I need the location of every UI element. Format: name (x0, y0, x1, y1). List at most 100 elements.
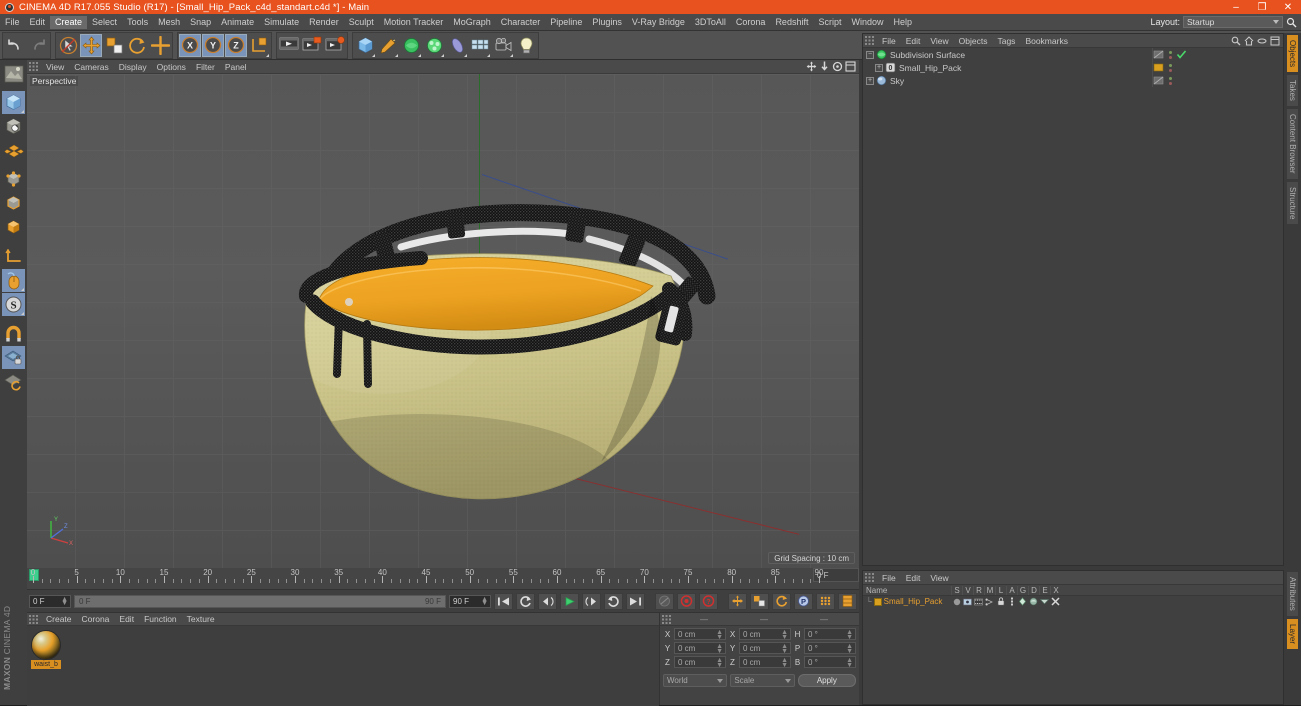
input-size-z[interactable]: 0 cm ▲ ▼ (739, 656, 791, 669)
material-menu-corona[interactable]: Corona (77, 614, 115, 624)
texture-tag[interactable] (1153, 75, 1164, 86)
menu-render[interactable]: Render (304, 16, 344, 29)
z-axis-icon[interactable]: Z (225, 33, 247, 57)
workplane-rotate-icon[interactable] (2, 370, 25, 393)
stepper-rot-h[interactable]: ▲ ▼ (846, 629, 853, 641)
menu-corona[interactable]: Corona (731, 16, 771, 29)
end-frame-field[interactable]: 90 F ▲ ▼ (449, 594, 491, 608)
menu-script[interactable]: Script (813, 16, 846, 29)
menu-file[interactable]: File (0, 16, 25, 29)
viewport-solo-icon[interactable] (2, 269, 25, 292)
menu-v-ray-bridge[interactable]: V-Ray Bridge (627, 16, 690, 29)
keyframe-selection-icon[interactable]: ? (699, 592, 718, 610)
go-to-end-icon[interactable] (626, 592, 645, 610)
go-to-start-icon[interactable] (494, 592, 513, 610)
home-icon[interactable] (1244, 36, 1254, 46)
menu-simulate[interactable]: Simulate (259, 16, 304, 29)
pan-icon[interactable] (806, 61, 817, 72)
stepper-size-x[interactable]: ▲ ▼ (781, 629, 788, 641)
texture-tag[interactable] (1153, 49, 1164, 60)
viewport-menu-options[interactable]: Options (152, 62, 191, 72)
layer-cell-d[interactable] (1028, 597, 1039, 606)
transform-mode-dropdown[interactable]: Scale (730, 674, 795, 687)
search-icon-objects[interactable] (1231, 36, 1241, 46)
stepper-pos-y[interactable]: ▲ ▼ (716, 643, 723, 655)
object-mode-icon[interactable] (2, 115, 25, 138)
layer-cell-g[interactable] (1017, 597, 1028, 606)
side-tab-layer[interactable]: Layer (1286, 617, 1299, 650)
viewport-3d[interactable]: Perspective Y X Z Grid Spacing: 10 cm (27, 74, 859, 568)
object-menu-tags[interactable]: Tags (992, 36, 1020, 46)
stepper-pos-x[interactable]: ▲ ▼ (716, 629, 723, 641)
panel-grip-icon-materials[interactable] (29, 614, 38, 624)
camera-icon[interactable] (492, 34, 514, 57)
side-tab-attributes[interactable]: Attributes (1286, 571, 1299, 617)
magnet-icon[interactable] (2, 322, 25, 345)
side-tab-objects[interactable]: Objects (1286, 34, 1299, 74)
close-button[interactable]: ✕ (1275, 0, 1301, 14)
mograph-array-icon[interactable] (469, 34, 491, 57)
spline-pen-icon[interactable] (377, 34, 399, 57)
material-menu-function[interactable]: Function (139, 614, 182, 624)
material-menu-texture[interactable]: Texture (182, 614, 220, 624)
dolly-icon[interactable] (819, 61, 830, 72)
maximize-button[interactable]: ❐ (1249, 0, 1275, 14)
record-active-objects-icon[interactable] (677, 592, 696, 610)
texture-axis-icon[interactable] (2, 62, 25, 85)
position-icon[interactable] (149, 34, 171, 57)
menu-mograph[interactable]: MoGraph (448, 16, 496, 29)
stepper-pos-z[interactable]: ▲ ▼ (716, 657, 723, 669)
maximize-view-icon[interactable] (845, 61, 856, 72)
layer-cell-m[interactable] (984, 598, 995, 606)
expand-toggle-icon[interactable]: + (875, 63, 883, 72)
menu-mesh[interactable]: Mesh (153, 16, 185, 29)
menu-tools[interactable]: Tools (122, 16, 153, 29)
apply-button[interactable]: Apply (797, 674, 856, 687)
rotate-view-icon[interactable] (832, 61, 843, 72)
input-rot-b[interactable]: 0 ° ▲ ▼ (804, 656, 856, 669)
live-selection-icon[interactable] (57, 34, 79, 57)
side-tab-structure[interactable]: Structure (1286, 180, 1299, 226)
move-icon[interactable] (80, 33, 102, 57)
menu-motion-tracker[interactable]: Motion Tracker (379, 16, 449, 29)
layer-row[interactable]: └ Small_Hip_Pack (863, 596, 1283, 607)
material-list[interactable]: waist_b (27, 626, 659, 706)
layer-cell-e[interactable] (1039, 598, 1050, 605)
side-tab-content-browser[interactable]: Content Browser (1286, 108, 1299, 180)
redo-icon[interactable] (27, 34, 49, 57)
timeline-extra-icon[interactable] (838, 592, 857, 610)
input-pos-y[interactable]: 0 cm ▲ ▼ (674, 642, 726, 655)
model-axis-icon[interactable] (2, 216, 25, 239)
workplane-icon[interactable] (2, 245, 25, 268)
layer-cell-a[interactable] (1006, 597, 1017, 606)
scale-icon[interactable] (103, 34, 125, 57)
deformer-icon[interactable] (423, 34, 445, 57)
menu-redshift[interactable]: Redshift (770, 16, 813, 29)
filter-icon[interactable] (1257, 36, 1267, 46)
layer-rows[interactable]: └ Small_Hip_Pack (863, 596, 1283, 607)
menu-help[interactable]: Help (889, 16, 918, 29)
param-key-icon[interactable]: P (794, 592, 813, 610)
object-tree[interactable]: − Subdivision Surface +0 Small_Hip_Pack + Sky (863, 48, 1283, 87)
object-menu-objects[interactable]: Objects (954, 36, 993, 46)
side-tab-takes[interactable]: Takes (1286, 74, 1299, 108)
object-menu-view[interactable]: View (925, 36, 953, 46)
layer-menu-file[interactable]: File (877, 573, 901, 583)
object-menu-bookmarks[interactable]: Bookmarks (1020, 36, 1073, 46)
minimize-button[interactable]: – (1223, 0, 1249, 14)
timeline-ruler-panel[interactable]: 0 F 0 5 10 15 20 25 30 35 40 45 50 55 60 65 70 75 80 85 90 (27, 568, 859, 590)
expand-toggle-icon[interactable]: + (866, 76, 874, 85)
current-frame-field[interactable]: 0 F ▲ ▼ (29, 594, 71, 608)
search-icon[interactable] (1286, 17, 1297, 28)
x-axis-icon[interactable]: X (179, 33, 201, 57)
point-level-key-icon[interactable] (816, 592, 835, 610)
menu-3dtoall[interactable]: 3DToAll (690, 16, 731, 29)
layer-cell-x[interactable] (1050, 597, 1061, 606)
collapse-toggle-icon[interactable]: − (866, 50, 874, 59)
menu-plugins[interactable]: Plugins (587, 16, 627, 29)
layer-cell-v[interactable] (962, 598, 973, 606)
model-small-hip-pack[interactable] (271, 184, 721, 514)
material-tag[interactable] (1153, 62, 1164, 73)
checkmark-tag[interactable] (1176, 49, 1187, 60)
viewport-menu-cameras[interactable]: Cameras (69, 62, 113, 72)
